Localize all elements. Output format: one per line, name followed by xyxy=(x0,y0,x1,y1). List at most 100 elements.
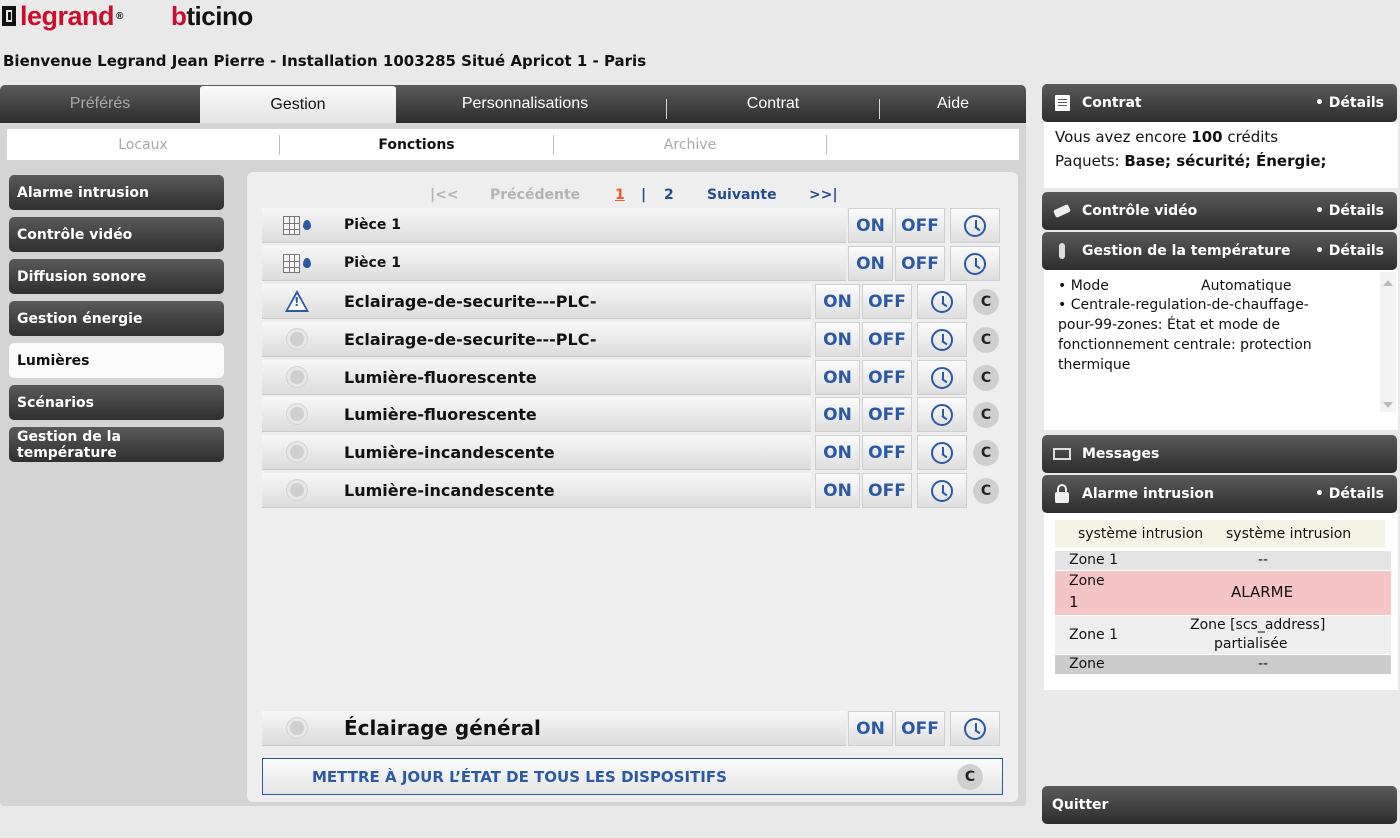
pager-separator: | xyxy=(641,187,647,203)
temperature-scrollbar[interactable] xyxy=(1380,272,1396,412)
status-cell: Zone [scs_address] xyxy=(1190,617,1326,633)
pager-previous[interactable]: Précédente xyxy=(490,185,580,205)
on-button[interactable]: ON xyxy=(815,473,860,508)
device-row-piece-1: Pièce 1 xyxy=(262,208,846,243)
temperature-status-line: thermique xyxy=(1058,357,1131,373)
subtab-fonctions[interactable]: Fonctions xyxy=(280,129,553,160)
tab-aide[interactable]: Aide xyxy=(880,85,1026,123)
timer-button[interactable] xyxy=(917,284,967,319)
refresh-button[interactable]: C xyxy=(973,327,999,353)
device-label: Eclairage-de-securite---PLC- xyxy=(344,329,597,349)
device-row-lumiere-fluorescente: Lumière-fluorescente xyxy=(262,360,811,395)
subtab-locaux[interactable]: Locaux xyxy=(7,129,279,160)
timer-icon xyxy=(931,328,953,351)
light-bulb-icon xyxy=(262,721,332,735)
refresh-button[interactable]: C xyxy=(973,289,999,315)
update-all-devices-button[interactable]: METTRE À JOUR L’ÉTAT DE TOUS LES DISPOSI… xyxy=(262,758,1003,795)
off-button[interactable]: OFF xyxy=(862,360,912,395)
pager-page-2[interactable]: 2 xyxy=(664,185,674,205)
timer-button[interactable] xyxy=(917,435,967,470)
timer-button[interactable] xyxy=(917,360,967,395)
credits-count: 100 xyxy=(1191,128,1223,146)
details-link[interactable]: • Détails xyxy=(1315,203,1384,219)
pager-next[interactable]: Suivante xyxy=(707,185,777,205)
on-button[interactable]: ON xyxy=(848,246,893,281)
off-button[interactable]: OFF xyxy=(862,322,912,357)
on-button[interactable]: ON xyxy=(815,435,860,470)
tab-personnalisations[interactable]: Personnalisations xyxy=(396,85,654,123)
on-button[interactable]: ON xyxy=(848,208,893,243)
timer-button[interactable] xyxy=(917,322,967,357)
sidebar-item-controle-video[interactable]: Contrôle vidéo xyxy=(9,217,224,252)
sidebar-item-alarme-intrusion[interactable]: Alarme intrusion xyxy=(9,175,224,210)
details-link[interactable]: • Détails xyxy=(1315,95,1384,111)
bticino-logo: b ticino xyxy=(171,0,253,31)
general-timer-button[interactable] xyxy=(950,711,1000,746)
on-button[interactable]: ON xyxy=(815,284,860,319)
alarm-table-row xyxy=(1055,655,1391,674)
nav-separator xyxy=(666,99,667,119)
details-link[interactable]: • Détails xyxy=(1315,486,1384,502)
sidebar-item-lumieres[interactable]: Lumières xyxy=(9,343,224,378)
off-button[interactable]: OFF xyxy=(895,208,945,243)
widget-messages-header[interactable]: Messages xyxy=(1042,435,1397,473)
sub-navigation: Locaux Fonctions Archive xyxy=(7,129,1019,160)
sidebar-item-scenarios[interactable]: Scénarios xyxy=(9,385,224,420)
refresh-all-icon: C xyxy=(957,764,983,790)
pager-last[interactable]: >>| xyxy=(809,185,838,205)
sidebar-item-diffusion-sonore[interactable]: Diffusion sonore xyxy=(9,259,224,294)
temperature-status-line: pour-99-zones: État et mode de xyxy=(1058,317,1281,333)
update-all-label: METTRE À JOUR L’ÉTAT DE TOUS LES DISPOSI… xyxy=(312,767,727,786)
widget-title: Contrat xyxy=(1082,95,1142,111)
welcome-message: Bienvenue Legrand Jean Pierre - Installa… xyxy=(3,52,647,70)
refresh-button[interactable]: C xyxy=(973,478,999,504)
tab-contrat[interactable]: Contrat xyxy=(668,85,878,123)
timer-button[interactable] xyxy=(917,473,967,508)
on-button[interactable]: ON xyxy=(815,360,860,395)
device-label: Lumière-fluorescente xyxy=(344,367,537,387)
status-cell: -- xyxy=(1258,656,1269,672)
mode-value: Automatique xyxy=(1201,278,1292,294)
credits-text: Vous avez encore 100 crédits xyxy=(1055,128,1279,146)
refresh-button[interactable]: C xyxy=(973,402,999,428)
subtab-archive[interactable]: Archive xyxy=(554,129,826,160)
refresh-button[interactable]: C xyxy=(973,365,999,391)
pager-page-current[interactable]: 1 xyxy=(615,185,625,205)
device-row-lumiere-incandescente: Lumière-incandescente xyxy=(262,435,811,470)
widget-title: Gestion de la température xyxy=(1082,243,1291,259)
envelope-icon xyxy=(1052,448,1072,460)
sidebar-item-gestion-temperature[interactable]: Gestion de la température xyxy=(9,427,224,462)
sidebar-item-gestion-energie[interactable]: Gestion énergie xyxy=(9,301,224,336)
light-bulb-icon xyxy=(262,407,332,421)
timer-button[interactable] xyxy=(950,246,1000,281)
scroll-up-icon[interactable] xyxy=(1383,280,1393,286)
timer-icon xyxy=(931,366,953,389)
light-bulb-icon xyxy=(262,483,332,497)
general-off-button[interactable]: OFF xyxy=(895,711,945,746)
general-on-button[interactable]: ON xyxy=(848,711,893,746)
timer-button[interactable] xyxy=(917,397,967,432)
off-button[interactable]: OFF xyxy=(862,284,912,319)
device-row-lumiere-incandescente: Lumière-incandescente xyxy=(262,473,811,508)
off-button[interactable]: OFF xyxy=(895,246,945,281)
timer-button[interactable] xyxy=(950,208,1000,243)
off-button[interactable]: OFF xyxy=(862,397,912,432)
device-row-eclairage-securite: Eclairage-de-securite---PLC- xyxy=(262,284,811,319)
details-link[interactable]: • Détails xyxy=(1315,243,1384,259)
on-button[interactable]: ON xyxy=(815,322,860,357)
device-row-eclairage-securite: Eclairage-de-securite---PLC- xyxy=(262,322,811,357)
pager-first[interactable]: |<< xyxy=(430,185,459,205)
widget-title: Contrôle vidéo xyxy=(1082,203,1198,219)
off-button[interactable]: OFF xyxy=(862,435,912,470)
tab-gestion[interactable]: Gestion xyxy=(200,86,396,123)
status-cell: ALARME xyxy=(1231,583,1294,601)
tab-preferes[interactable]: Préférés xyxy=(0,85,200,123)
widget-title: Messages xyxy=(1082,446,1160,462)
scroll-down-icon[interactable] xyxy=(1383,402,1393,408)
main-navigation: Préférés Gestion Personnalisations Contr… xyxy=(0,85,1026,123)
off-button[interactable]: OFF xyxy=(862,473,912,508)
quit-button[interactable]: Quitter xyxy=(1042,786,1397,824)
refresh-button[interactable]: C xyxy=(973,440,999,466)
widget-contrat-header: Contrat • Détails xyxy=(1042,84,1397,122)
on-button[interactable]: ON xyxy=(815,397,860,432)
